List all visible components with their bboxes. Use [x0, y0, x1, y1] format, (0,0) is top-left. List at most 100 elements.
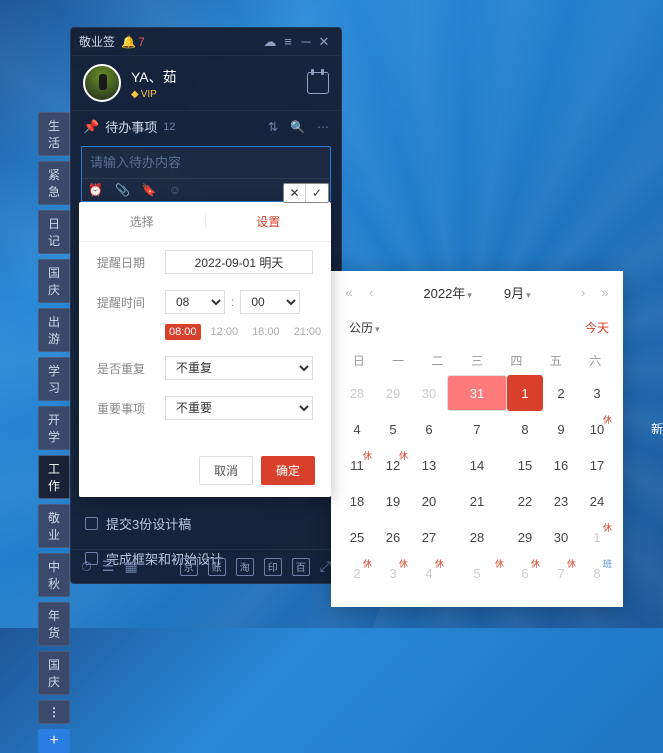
side-tab[interactable]: 开学 — [38, 406, 70, 450]
calendar-day[interactable]: 28 — [339, 375, 375, 411]
side-tab[interactable]: 国庆 — [38, 651, 70, 695]
side-tab[interactable]: 学习 — [38, 357, 70, 401]
calendar-day[interactable]: 5 — [375, 411, 411, 447]
grid-icon[interactable]: ▦ — [124, 558, 137, 575]
ok-button[interactable]: 确定 — [261, 456, 315, 485]
prev-month-icon[interactable]: ‹ — [363, 285, 379, 300]
calendar-day[interactable]: 22 — [507, 483, 543, 519]
chip[interactable]: 百 — [292, 558, 310, 576]
calendar-day[interactable]: 3休 — [375, 555, 411, 591]
calendar-day[interactable]: 6休 — [507, 555, 543, 591]
month-select[interactable]: 9月▾ — [500, 281, 535, 304]
side-tab[interactable]: 日记 — [38, 210, 70, 254]
inline-cancel-button[interactable]: ✕ — [284, 184, 306, 202]
todo-input[interactable] — [82, 147, 330, 178]
calendar-system-select[interactable]: 公历▾ — [345, 317, 384, 338]
side-tab-add[interactable]: + — [38, 729, 70, 753]
calendar-icon[interactable] — [307, 72, 329, 94]
side-tab[interactable]: 生活 — [38, 112, 70, 156]
chip[interactable]: 印 — [264, 558, 282, 576]
calendar-day[interactable]: 8 — [507, 411, 543, 447]
calendar-day[interactable]: 15 — [507, 447, 543, 483]
sort-icon[interactable]: ⇅ — [268, 120, 278, 134]
calendar-day[interactable]: 29 — [507, 519, 543, 555]
calendar-day[interactable]: 7 — [447, 411, 507, 447]
tab-select[interactable]: 选择 — [79, 202, 205, 241]
calendar-day[interactable]: 23 — [543, 483, 579, 519]
menu-icon[interactable]: ≡ — [279, 34, 297, 49]
side-tab[interactable]: 年货 — [38, 602, 70, 646]
expand-icon[interactable]: ⤢ — [320, 558, 331, 575]
hour-select[interactable]: 08 — [165, 290, 225, 314]
side-tab[interactable]: 工作 — [38, 455, 70, 499]
calendar-day[interactable]: 30 — [411, 375, 447, 411]
calendar-day[interactable]: 1休 — [579, 519, 615, 555]
calendar-day[interactable]: 14 — [447, 447, 507, 483]
calendar-day[interactable]: 18 — [339, 483, 375, 519]
calendar-day[interactable]: 30 — [543, 519, 579, 555]
calendar-day[interactable]: 6 — [411, 411, 447, 447]
calendar-day[interactable]: 10休 — [579, 411, 615, 447]
chip[interactable]: 淘 — [236, 558, 254, 576]
calendar-day[interactable]: 11休 — [339, 447, 375, 483]
minute-select[interactable]: 00 — [240, 290, 300, 314]
calendar-day[interactable]: 17 — [579, 447, 615, 483]
calendar-day[interactable]: 7休 — [543, 555, 579, 591]
time-preset[interactable]: 21:00 — [290, 324, 326, 340]
calendar-day[interactable]: 20 — [411, 483, 447, 519]
attach-icon[interactable]: 📎 — [115, 183, 130, 197]
side-tab[interactable]: 紧急 — [38, 161, 70, 205]
avatar[interactable] — [83, 64, 121, 102]
time-preset[interactable]: 08:00 — [165, 324, 201, 340]
calendar-day[interactable]: 3 — [579, 375, 615, 411]
calendar-day[interactable]: 9 — [543, 411, 579, 447]
calendar-day[interactable]: 4 — [339, 411, 375, 447]
side-tab[interactable]: 敬业 — [38, 504, 70, 548]
calendar-day[interactable]: 26 — [375, 519, 411, 555]
more-icon[interactable]: ⋯ — [317, 120, 329, 134]
side-tab[interactable]: 中秋 — [38, 553, 70, 597]
time-preset[interactable]: 18:00 — [248, 324, 284, 340]
list-icon[interactable]: ☰ — [102, 558, 115, 575]
notification-badge[interactable]: 🔔 7 — [121, 35, 145, 49]
reminder-icon[interactable]: ⏰ — [88, 183, 103, 197]
tag-icon[interactable]: 🔖 — [142, 183, 157, 197]
year-select[interactable]: 2022年▾ — [419, 281, 475, 304]
calendar-day[interactable]: 16 — [543, 447, 579, 483]
clock-icon[interactable]: ⏱ — [81, 558, 92, 575]
calendar-day[interactable]: 21 — [447, 483, 507, 519]
inline-confirm-button[interactable]: ✓ — [306, 184, 328, 202]
calendar-day[interactable]: 5休 — [447, 555, 507, 591]
next-year-icon[interactable]: » — [597, 285, 613, 300]
cloud-icon[interactable]: ☁ — [261, 34, 279, 50]
side-tab[interactable]: 国庆 — [38, 259, 70, 303]
calendar-day[interactable]: 12休 — [375, 447, 411, 483]
time-preset[interactable]: 12:00 — [207, 324, 243, 340]
calendar-day[interactable]: 1 — [507, 375, 543, 411]
calendar-day[interactable]: 29 — [375, 375, 411, 411]
calendar-day[interactable]: 25 — [339, 519, 375, 555]
cancel-button[interactable]: 取消 — [199, 456, 253, 485]
search-icon[interactable]: 🔍 — [290, 120, 305, 134]
calendar-day[interactable]: 28 — [447, 519, 507, 555]
important-select[interactable]: 不重要 — [165, 396, 313, 420]
calendar-day[interactable]: 27 — [411, 519, 447, 555]
repeat-select[interactable]: 不重复 — [165, 356, 313, 380]
side-tab[interactable]: 出游 — [38, 308, 70, 352]
calendar-day[interactable]: 8班 — [579, 555, 615, 591]
side-tab-more[interactable]: ⋮ — [38, 700, 70, 724]
close-icon[interactable]: ✕ — [315, 34, 333, 50]
chip[interactable]: 账 — [208, 558, 226, 576]
calendar-day[interactable]: 24 — [579, 483, 615, 519]
prev-year-icon[interactable]: « — [341, 285, 357, 300]
todo-item[interactable]: 提交3份设计稿 — [71, 506, 341, 541]
calendar-day[interactable]: 31 — [447, 375, 507, 411]
calendar-day[interactable]: 2休 — [339, 555, 375, 591]
minimize-icon[interactable]: ─ — [297, 34, 315, 49]
calendar-day[interactable]: 4休 — [411, 555, 447, 591]
checkbox[interactable] — [85, 517, 98, 530]
calendar-day[interactable]: 13 — [411, 447, 447, 483]
chip[interactable]: 京 — [180, 558, 198, 576]
emoji-icon[interactable]: ☺ — [169, 183, 181, 197]
date-input[interactable] — [165, 250, 313, 274]
